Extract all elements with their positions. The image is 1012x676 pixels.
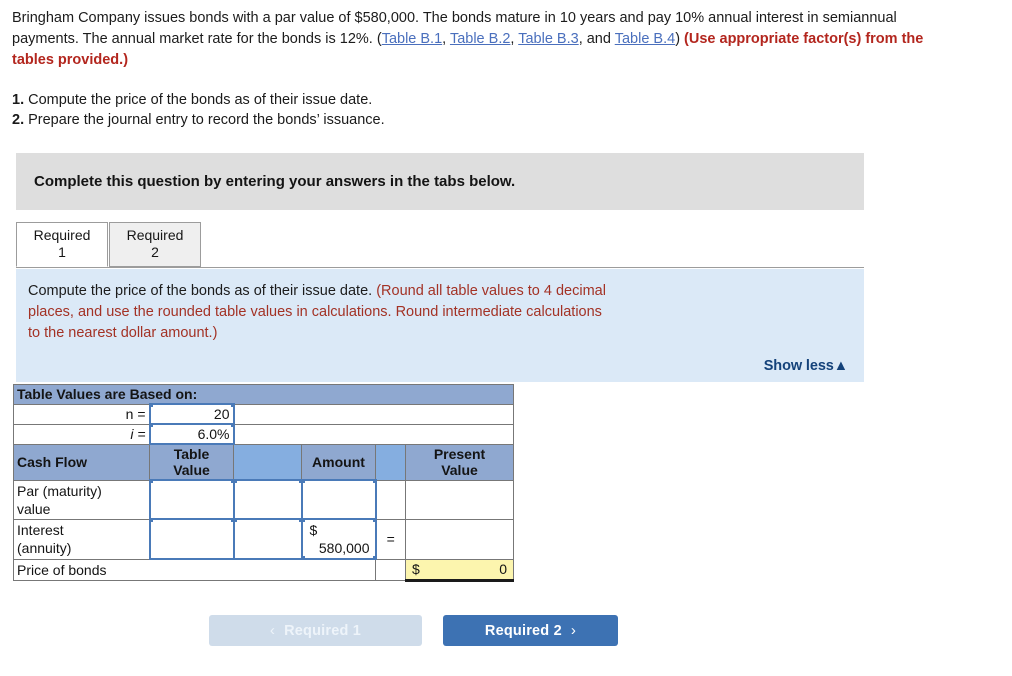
column-header-table-value-line2: Value — [173, 462, 210, 478]
column-header-blank-1 — [233, 443, 302, 481]
task-prompt-panel: Compute the price of the bonds as of the… — [16, 269, 864, 382]
based-on-header: Table Values are Based on: — [13, 384, 514, 405]
rounding-note-part-2: places, and use the rounded table values… — [28, 304, 602, 320]
requirements-list: 1. Compute the price of the bonds as of … — [12, 90, 712, 130]
table-row-based-on: Table Values are Based on: — [13, 384, 514, 405]
column-header-table-value: Table Value — [149, 443, 234, 481]
price-of-bonds-currency: $ — [412, 560, 420, 577]
tab-strip: Required 1 Required 2 — [16, 222, 864, 268]
par-amount-input[interactable] — [300, 479, 378, 520]
instruction-band-text: Complete this question by entering your … — [34, 173, 516, 190]
previous-button-label: Required 1 — [284, 622, 362, 639]
question-page: Bringham Company issues bonds with a par… — [0, 0, 1012, 676]
price-of-bonds-total: $ 0 — [405, 558, 514, 582]
link-separator-3: , and — [578, 31, 615, 47]
tab-required-1[interactable]: Required 1 — [16, 222, 108, 267]
interest-amount-input[interactable]: $ 580,000 — [300, 518, 378, 560]
requirement-item-2: 2. Prepare the journal entry to record t… — [12, 110, 712, 130]
row-label-interest-annuity: Interest (annuity) — [13, 518, 150, 560]
n-label: n = — [13, 403, 150, 425]
column-header-present-value-line2: Value — [441, 462, 478, 478]
n-row-filler — [233, 403, 514, 425]
requirement-1-number: 1. — [12, 92, 25, 108]
par-table-value-input[interactable] — [148, 479, 236, 520]
price-of-bonds-value: 0 — [499, 560, 507, 577]
column-header-cash-flow: Cash Flow — [13, 443, 150, 481]
i-label: i = — [13, 423, 150, 445]
interest-amount-value: 580,000 — [318, 540, 370, 556]
rounding-note-part-1: (Round all table values to 4 decimal — [372, 283, 606, 299]
task-prompt-text: Compute the price of the bonds as of the… — [28, 283, 373, 299]
requirement-1-text: Compute the price of the bonds as of the… — [24, 92, 373, 108]
column-header-amount: Amount — [301, 443, 376, 481]
previous-required-1-button[interactable]: ‹ Required 1 — [209, 615, 422, 646]
tab-required-1-line1: Required — [33, 227, 91, 243]
row-label-par-value-line2: value — [17, 500, 51, 517]
table-header-row: Cash Flow Table Value Amount Present Val… — [13, 443, 514, 481]
par-present-value-cell — [405, 479, 514, 520]
row-label-interest-line2: (annuity) — [17, 540, 72, 556]
table-row-i: i = 6.0% — [13, 423, 514, 445]
next-required-2-button[interactable]: Required 2 › — [443, 615, 618, 646]
interest-table-value-input[interactable] — [148, 518, 236, 560]
link-separator-1: , — [442, 31, 450, 47]
table-b4-link[interactable]: Table B.4 — [615, 31, 675, 47]
tab-required-2-line1: Required — [126, 227, 184, 243]
i-input[interactable]: 6.0% — [148, 423, 236, 445]
table-b2-link[interactable]: Table B.2 — [450, 31, 510, 47]
requirement-2-number: 2. — [12, 112, 25, 128]
par-mid-input[interactable] — [232, 479, 304, 520]
row-label-interest-line1: Interest — [17, 522, 64, 538]
interest-mid-input[interactable] — [232, 518, 304, 560]
table-row: Par (maturity) value — [13, 479, 514, 520]
tab-required-1-line2: 1 — [58, 244, 66, 260]
total-spacer-cell — [375, 558, 406, 581]
show-less-toggle[interactable]: Show less▲ — [764, 358, 848, 374]
table-b3-link[interactable]: Table B.3 — [518, 31, 578, 47]
requirement-2-text: Prepare the journal entry to record the … — [24, 112, 385, 128]
table-b1-link[interactable]: Table B.1 — [382, 31, 442, 47]
requirement-item-1: 1. Compute the price of the bonds as of … — [12, 90, 712, 110]
problem-statement: Bringham Company issues bonds with a par… — [12, 8, 964, 71]
row-label-price-of-bonds: Price of bonds — [13, 558, 376, 581]
navigation-buttons: ‹ Required 1 Required 2 › — [209, 615, 618, 646]
column-header-present-value: Present Value — [405, 443, 514, 481]
interest-present-value-cell — [405, 518, 514, 560]
interest-equals-cell: = — [375, 518, 406, 560]
table-row-n: n = 20 — [13, 403, 514, 425]
problem-text-close: ) — [675, 31, 685, 47]
table-row: Interest (annuity) $ 580,000 = — [13, 518, 514, 560]
tab-required-2[interactable]: Required 2 — [109, 222, 201, 267]
column-header-blank-2 — [375, 443, 406, 481]
i-row-filler — [233, 423, 514, 445]
task-prompt-line-1: Compute the price of the bonds as of the… — [28, 281, 850, 302]
table-row-total: Price of bonds $ 0 — [13, 558, 514, 582]
n-input[interactable]: 20 — [148, 403, 236, 425]
row-label-par-value-line1: Par (maturity) — [17, 482, 102, 499]
instruction-band: Complete this question by entering your … — [16, 153, 864, 210]
column-header-present-value-line1: Present — [433, 446, 486, 462]
chevron-right-icon: › — [570, 622, 577, 639]
interest-amount-currency: $ — [309, 522, 318, 538]
tab-required-2-line2: 2 — [151, 244, 159, 260]
bond-price-worksheet: Table Values are Based on: n = 20 i = 6.… — [13, 384, 514, 582]
rounding-note-part-3: to the nearest dollar amount.) — [28, 325, 218, 341]
next-button-label: Required 2 — [484, 622, 562, 639]
row-label-par-value: Par (maturity) value — [13, 479, 150, 520]
column-header-table-value-line1: Table — [173, 446, 210, 462]
par-equals-cell — [375, 479, 406, 520]
chevron-left-icon: ‹ — [269, 622, 276, 639]
